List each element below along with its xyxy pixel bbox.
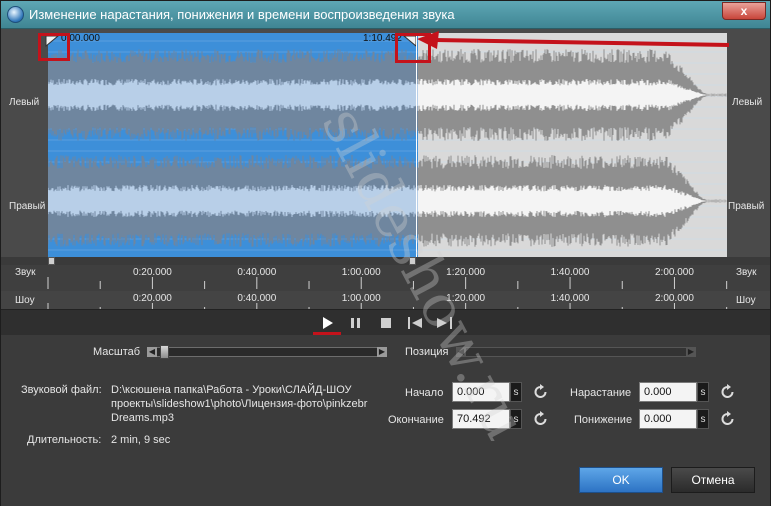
fade-out-input[interactable] <box>639 409 697 429</box>
start-unit: s <box>510 382 522 402</box>
end-input[interactable] <box>452 409 510 429</box>
fade-out-label: Понижение <box>574 414 633 426</box>
start-handle[interactable] <box>48 257 55 265</box>
stop-icon[interactable] <box>378 315 394 331</box>
right-channel-label: Правый <box>9 201 46 212</box>
fade-in-label: Нарастание <box>570 387 632 399</box>
fade-in-input[interactable] <box>639 382 697 402</box>
annotation-start-box <box>38 33 70 61</box>
start-label: Начало <box>405 387 444 399</box>
app-logo-icon <box>7 6 24 23</box>
sound-file-path-line2: проекты\slideshow1\photo\Лицензия-фото\p… <box>111 398 368 410</box>
right-channel-label-right: Правый <box>728 201 765 212</box>
position-label: Позиция <box>405 346 449 358</box>
sound-file-path-line3: Dreams.mp3 <box>111 412 174 424</box>
end-reset-icon[interactable] <box>532 410 550 428</box>
fade-out-unit: s <box>697 409 709 429</box>
cancel-button[interactable]: Отмена <box>671 467 755 493</box>
left-channel-label-right: Левый <box>732 97 763 108</box>
sound-file-label: Звуковой файл: <box>21 384 102 396</box>
close-button[interactable]: x <box>722 2 766 20</box>
pause-icon[interactable] <box>348 315 364 331</box>
position-left-arrow-icon[interactable]: ◀ <box>456 347 466 357</box>
fade-out-reset-icon[interactable] <box>719 410 737 428</box>
dialog-window: Изменение нарастания, понижения и времен… <box>0 0 771 506</box>
scale-label: Масштаб <box>93 346 141 358</box>
position-right-arrow-icon[interactable]: ▶ <box>686 347 696 357</box>
fade-in-unit: s <box>697 382 709 402</box>
window-title: Изменение нарастания, понижения и времен… <box>29 7 455 22</box>
scale-slider[interactable]: ◀ ▶ <box>147 345 387 359</box>
sound-file-path-line1: D:\ксюшена папка\Работа - Уроки\СЛАЙД-ШО… <box>111 384 352 396</box>
end-label: Окончание <box>388 414 444 426</box>
start-input[interactable] <box>452 382 510 402</box>
end-unit: s <box>510 409 522 429</box>
jump-to-start-icon[interactable] <box>407 315 429 331</box>
start-reset-icon[interactable] <box>532 383 550 401</box>
scale-left-arrow-icon[interactable]: ◀ <box>147 347 157 357</box>
duration-value: 2 min, 9 sec <box>111 434 171 446</box>
sound-ruler: Звук Звук 0:20.000 0:40.000 1:00.000 1:20.0… <box>1 265 770 291</box>
sound-ruler-ticks <box>47 277 728 289</box>
transport-bar <box>1 309 770 335</box>
left-channel-label: Левый <box>9 97 40 108</box>
position-slider[interactable]: ◀ ▶ <box>456 347 696 357</box>
title-bar[interactable]: Изменение нарастания, понижения и времен… <box>1 1 770 29</box>
end-handle[interactable] <box>409 257 416 265</box>
end-marker-line <box>416 33 417 257</box>
scale-slider-thumb[interactable] <box>160 345 169 359</box>
duration-label: Длительность: <box>27 434 102 446</box>
jump-to-end-icon[interactable] <box>433 315 455 331</box>
annotation-arrow-icon <box>417 31 730 49</box>
ok-button[interactable]: OK <box>579 467 663 493</box>
scale-right-arrow-icon[interactable]: ▶ <box>377 347 387 357</box>
waveform-graph <box>48 33 727 257</box>
fade-in-reset-icon[interactable] <box>719 383 737 401</box>
waveform-canvas[interactable] <box>48 33 727 257</box>
selection-tint <box>48 33 418 257</box>
play-icon[interactable] <box>319 315 335 331</box>
